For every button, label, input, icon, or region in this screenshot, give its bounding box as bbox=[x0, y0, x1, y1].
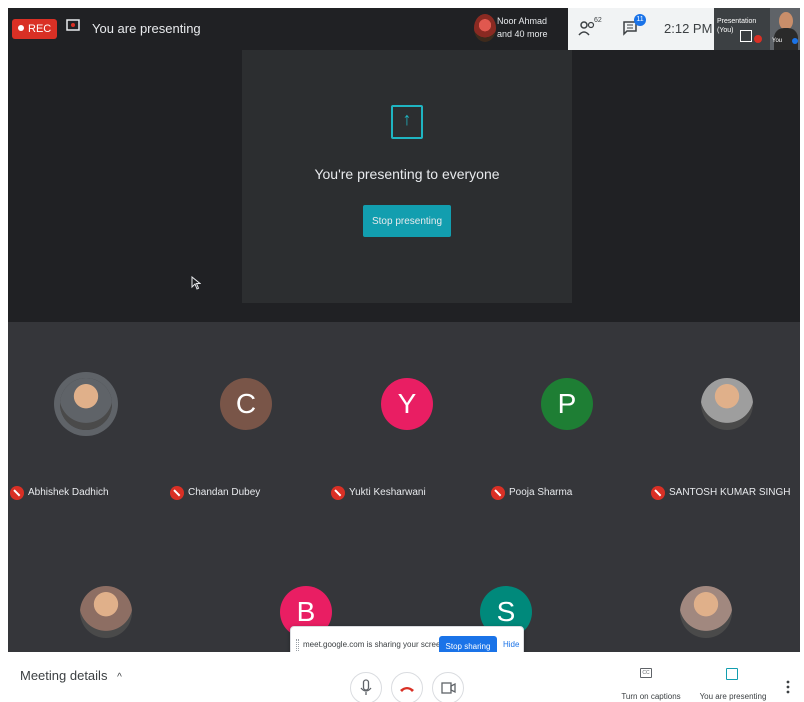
mic-button[interactable] bbox=[350, 672, 382, 702]
mic-level-icon bbox=[792, 38, 798, 44]
chevron-up-icon: ^ bbox=[117, 672, 122, 683]
leave-call-button[interactable] bbox=[391, 672, 423, 702]
mouse-cursor-icon bbox=[191, 276, 201, 290]
more-options-icon[interactable] bbox=[786, 680, 790, 694]
chat-count-badge: 11 bbox=[634, 14, 646, 26]
camera-button[interactable] bbox=[432, 672, 464, 702]
participant-avatar[interactable]: P bbox=[541, 378, 593, 430]
participant-name: Abhishek Dadhich bbox=[28, 487, 109, 499]
participant-avatar[interactable]: C bbox=[220, 378, 272, 430]
presenting-indicator-icon bbox=[66, 19, 80, 31]
participants-grid: Abhishek Dadhich C Chandan Dubey Y Yukti Kes… bbox=[8, 322, 800, 652]
participant-name-row: Chandan Dubey bbox=[170, 484, 260, 504]
present-now-icon[interactable] bbox=[726, 668, 738, 680]
share-banner-text: meet.google.com is sharing your screen. bbox=[303, 640, 448, 649]
mic-off-icon bbox=[10, 485, 24, 500]
participant-name: SANTOSH KUMAR SINGH bbox=[669, 487, 791, 499]
participant-name-row: SANTOSH KUMAR SINGH bbox=[651, 484, 791, 504]
hang-up-icon bbox=[400, 687, 414, 692]
participant-avatar[interactable] bbox=[80, 586, 132, 638]
presenting-status-label[interactable]: You are presenting bbox=[696, 692, 770, 701]
people-count: 62 bbox=[594, 17, 602, 24]
presenting-panel: You're presenting to everyone Stop prese… bbox=[242, 50, 572, 303]
hide-banner-link[interactable]: Hide bbox=[503, 640, 519, 649]
self-view-thumbnail[interactable]: You bbox=[770, 8, 800, 50]
stop-presenting-button[interactable]: Stop presenting bbox=[363, 205, 451, 237]
mic-off-icon bbox=[170, 485, 184, 500]
top-right-controls: 62 11 2:12 PM Presentation (You) You bbox=[568, 8, 800, 50]
meet-window: REC You are presenting Noor Ahmad and 40… bbox=[8, 8, 800, 702]
participant-name: Yukti Kesharwani bbox=[349, 487, 426, 499]
present-upload-icon bbox=[391, 105, 423, 139]
present-screen-icon bbox=[740, 30, 752, 42]
mic-off-icon bbox=[651, 485, 665, 500]
captions-label[interactable]: Turn on captions bbox=[614, 692, 688, 701]
mic-off-icon bbox=[331, 485, 345, 500]
participant-name-row: Abhishek Dadhich bbox=[10, 484, 109, 504]
participant-name-row: Pooja Sharma bbox=[491, 484, 572, 504]
top-bar: REC You are presenting Noor Ahmad and 40… bbox=[8, 8, 800, 50]
meeting-clock: 2:12 PM bbox=[664, 21, 713, 36]
presentation-thumbnail[interactable]: Presentation (You) bbox=[714, 8, 770, 50]
participant-avatar[interactable] bbox=[60, 378, 112, 430]
participant-avatar[interactable] bbox=[701, 378, 753, 430]
camera-icon bbox=[441, 682, 456, 694]
participant-avatar[interactable] bbox=[680, 586, 732, 638]
bottom-bar: Meeting details ^ CC Turn on captions Yo… bbox=[8, 652, 800, 702]
presenting-title: You are presenting bbox=[92, 21, 201, 36]
active-speaker-avatar[interactable] bbox=[474, 14, 496, 42]
participant-name-row: Yukti Kesharwani bbox=[331, 484, 426, 504]
mic-icon bbox=[360, 679, 372, 695]
participant-avatar[interactable]: Y bbox=[381, 378, 433, 430]
meeting-details-label: Meeting details bbox=[20, 668, 108, 683]
self-view-label: You bbox=[772, 38, 783, 44]
meeting-details-button[interactable]: Meeting details ^ bbox=[20, 668, 122, 683]
mic-off-icon bbox=[754, 35, 762, 43]
presenting-heading: You're presenting to everyone bbox=[314, 166, 500, 182]
participant-name: Pooja Sharma bbox=[509, 487, 573, 499]
recording-badge: REC bbox=[12, 19, 58, 39]
participant-name: Chandan Dubey bbox=[188, 487, 261, 499]
captions-icon[interactable]: CC bbox=[640, 668, 652, 678]
mic-off-icon bbox=[491, 485, 505, 500]
active-speaker-name: Noor Ahmad bbox=[497, 16, 548, 26]
active-speaker-more: and 40 more bbox=[497, 29, 548, 39]
drag-handle-icon[interactable] bbox=[296, 639, 299, 653]
